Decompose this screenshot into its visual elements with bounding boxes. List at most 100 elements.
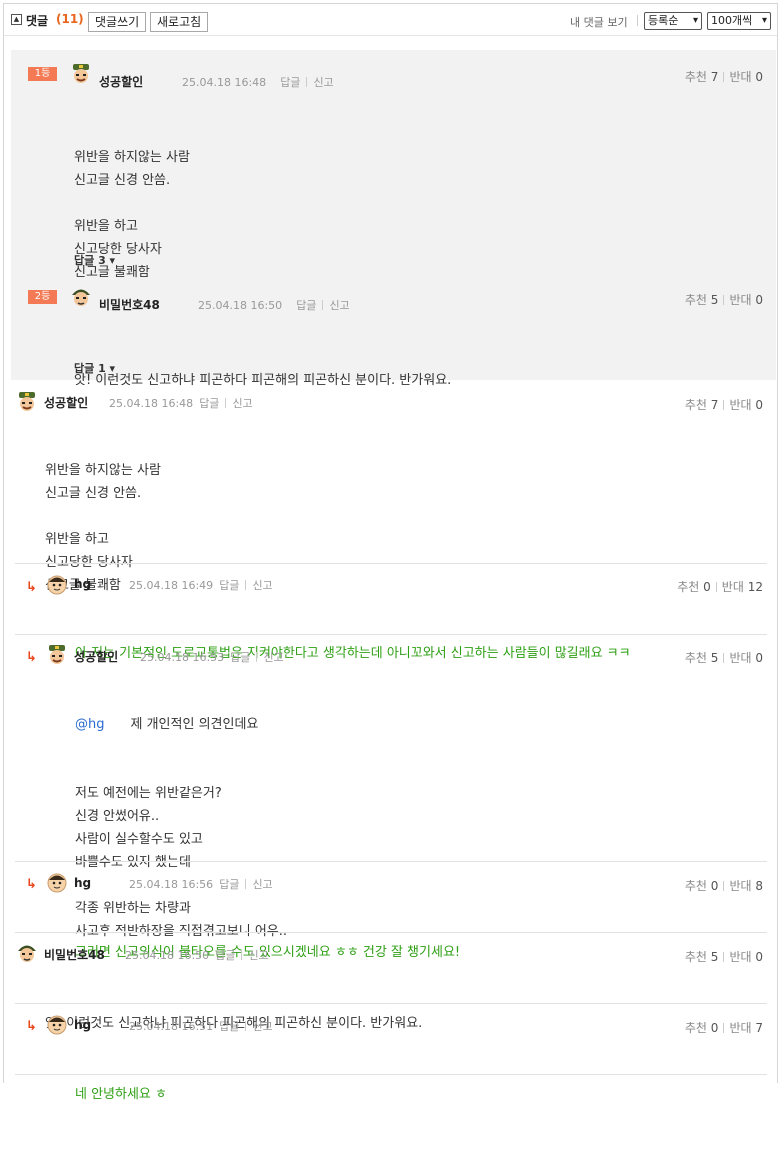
- vote-box: 추천 0 반대 8: [685, 877, 763, 894]
- recommend-count: 0: [710, 879, 719, 893]
- best-comments-box: 1등 성공할인 25.04.18 16:48 답글 신고 추천 7 반대 0 위반을 …: [11, 50, 776, 388]
- recommend-count: 0: [710, 1021, 719, 1035]
- avatar-icon: [73, 64, 89, 83]
- report-link[interactable]: 신고: [313, 76, 333, 89]
- comment-time: 25.04.18 16:48: [109, 397, 194, 410]
- recommend-button[interactable]: 추천 0: [685, 879, 719, 893]
- author-name[interactable]: hg: [74, 577, 91, 591]
- avatar-icon: [18, 945, 36, 962]
- oppose-button[interactable]: 반대 0: [729, 651, 763, 665]
- oppose-count: 12: [747, 580, 763, 594]
- vote-box: 추천 0 반대 7: [685, 1019, 763, 1036]
- oppose-count: 0: [755, 950, 763, 964]
- comment-time: 25.04.18 16:48: [182, 76, 267, 89]
- avatar-icon: [19, 392, 35, 411]
- reply-link[interactable]: 답글: [219, 878, 239, 891]
- oppose-count: 0: [755, 398, 763, 412]
- comment-time: 25.04.18 16:49: [129, 579, 214, 592]
- comment-meta: 25.04.18 16:50 답글 신고: [125, 947, 269, 963]
- avatar-icon: [47, 575, 67, 595]
- author-name[interactable]: 성공할인: [99, 73, 143, 90]
- oppose-button[interactable]: 반대 8: [729, 879, 763, 893]
- comment-body: 네 안녕하세요 ㅎ: [75, 1087, 167, 1102]
- report-link[interactable]: 신고: [329, 299, 349, 312]
- recommend-count: 7: [710, 70, 719, 84]
- avatar-icon: [72, 289, 90, 306]
- report-link[interactable]: 신고: [252, 1020, 272, 1033]
- recommend-button[interactable]: 추천 5: [685, 651, 719, 665]
- oppose-button[interactable]: 반대 0: [729, 70, 763, 84]
- comment-section: ▲ 댓글 (11) 댓글쓰기 새로고침 내 댓글 보기 등록순 100개씩 1등…: [3, 3, 778, 1102]
- header-divider: [637, 15, 638, 26]
- report-link[interactable]: 신고: [232, 397, 252, 410]
- replies-toggle[interactable]: 답글 1 ▾: [74, 360, 115, 376]
- mention-link[interactable]: @hg: [75, 717, 105, 732]
- collapse-toggle-icon[interactable]: ▲: [11, 14, 22, 25]
- recommend-count: 0: [703, 580, 711, 594]
- reply-arrow-icon: ↳: [26, 877, 37, 892]
- recommend-count: 5: [710, 950, 719, 964]
- recommend-button[interactable]: 추천 0: [685, 1021, 719, 1035]
- comment-meta: 25.04.18 16:56 답글 신고: [129, 876, 273, 892]
- vote-box: 추천 5 반대 0: [685, 649, 763, 666]
- recommend-button[interactable]: 추천 7: [685, 398, 719, 412]
- reply-link[interactable]: 답글: [219, 1020, 239, 1033]
- comment-time: 25.04.18 16:50: [125, 949, 210, 962]
- author-name[interactable]: 성공할인: [44, 394, 88, 411]
- reply-link[interactable]: 답글: [280, 76, 300, 89]
- report-link[interactable]: 신고: [252, 878, 272, 891]
- reply-link[interactable]: 답글: [219, 579, 239, 592]
- reply-link[interactable]: 답글: [296, 299, 316, 312]
- sort-select[interactable]: 등록순: [644, 12, 702, 30]
- recommend-count: 7: [710, 398, 719, 412]
- comment-meta: 25.04.18 16:49 답글 신고: [129, 577, 273, 593]
- avatar-icon: [49, 645, 65, 664]
- vote-box: 추천 5 반대 0: [685, 948, 763, 965]
- recommend-button[interactable]: 추천 0: [677, 580, 711, 594]
- comment-time: 25.04.18 16:53: [140, 651, 225, 664]
- comment-time: 25.04.18 16:51: [129, 1020, 214, 1033]
- comment-title: 댓글: [26, 14, 49, 28]
- comment-time: 25.04.18 16:56: [129, 878, 214, 891]
- reply-link[interactable]: 답글: [230, 651, 250, 664]
- oppose-count: 0: [755, 70, 763, 84]
- oppose-button[interactable]: 반대 0: [729, 950, 763, 964]
- comment-meta: 25.04.18 16:50 답글 신고: [198, 297, 350, 313]
- reply-link[interactable]: 답글: [215, 949, 235, 962]
- comment-count: (11): [56, 12, 84, 26]
- vote-box: 추천 7 반대 0: [685, 68, 763, 85]
- reply-arrow-icon: ↳: [26, 580, 37, 595]
- my-comments-link[interactable]: 내 댓글 보기: [570, 14, 628, 30]
- vote-box: 추천 7 반대 0: [685, 396, 763, 413]
- comment-divider: [15, 563, 767, 564]
- replies-toggle[interactable]: 답글 3 ▾: [74, 252, 115, 268]
- author-name[interactable]: 성공할인: [74, 648, 118, 665]
- oppose-count: 0: [755, 651, 763, 665]
- report-link[interactable]: 신고: [248, 949, 268, 962]
- recommend-button[interactable]: 추천 5: [685, 950, 719, 964]
- comment-divider: [15, 634, 767, 635]
- oppose-button[interactable]: 반대 0: [729, 398, 763, 412]
- report-link[interactable]: 신고: [252, 579, 272, 592]
- refresh-button[interactable]: 새로고침: [150, 12, 209, 32]
- author-name[interactable]: 비밀번호48: [44, 946, 105, 963]
- rank-badge: 2등: [28, 290, 57, 304]
- comment-divider: [15, 1003, 767, 1004]
- reply-link[interactable]: 답글: [199, 397, 219, 410]
- oppose-count: 8: [755, 879, 763, 893]
- recommend-button[interactable]: 추천 5: [685, 293, 719, 307]
- avatar-icon: [47, 873, 67, 893]
- comment-divider: [15, 1074, 767, 1075]
- comment-meta: 25.04.18 16:51 답글 신고: [129, 1018, 273, 1034]
- rank-badge: 1등: [28, 67, 57, 81]
- author-name[interactable]: hg: [74, 1018, 91, 1032]
- author-name[interactable]: 비밀번호48: [99, 296, 160, 313]
- recommend-button[interactable]: 추천 7: [685, 70, 719, 84]
- report-link[interactable]: 신고: [263, 651, 283, 664]
- oppose-button[interactable]: 반대 7: [729, 1021, 763, 1035]
- per-page-select[interactable]: 100개씩: [707, 12, 771, 30]
- write-comment-button[interactable]: 댓글쓰기: [88, 12, 147, 32]
- oppose-button[interactable]: 반대 0: [729, 293, 763, 307]
- oppose-button[interactable]: 반대 12: [722, 580, 763, 594]
- author-name[interactable]: hg: [74, 876, 91, 890]
